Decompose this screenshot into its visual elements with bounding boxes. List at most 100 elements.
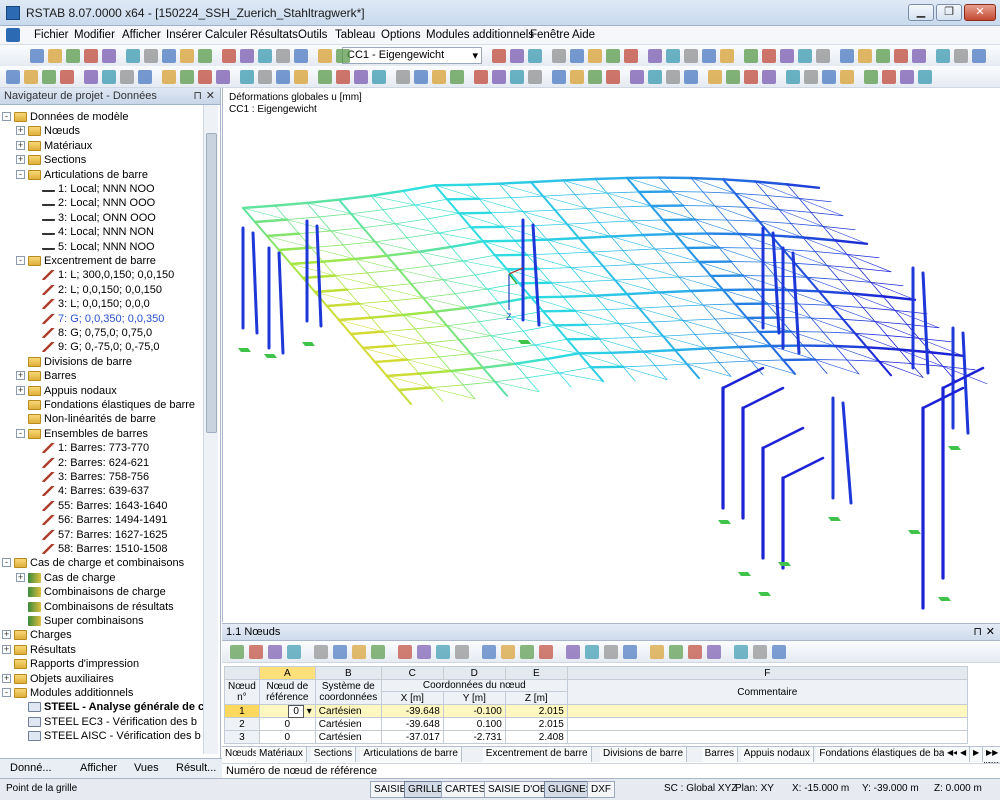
toolbar-button-icon[interactable] — [30, 49, 44, 63]
member-line[interactable] — [694, 334, 708, 349]
toolbar-button-icon[interactable] — [588, 70, 602, 84]
toolbar-button-icon[interactable] — [120, 70, 134, 84]
member-line[interactable] — [606, 191, 640, 194]
member-line[interactable] — [674, 349, 688, 366]
member-line[interactable] — [513, 357, 549, 365]
member-line[interactable] — [642, 234, 656, 250]
member-line[interactable] — [253, 218, 289, 224]
member-line[interactable] — [438, 356, 452, 372]
tree-item[interactable]: Non-linéarités de barre — [28, 412, 156, 426]
member-line[interactable] — [874, 321, 908, 325]
tree-item[interactable]: 2: Local; NNN OOO — [42, 196, 155, 210]
member-line[interactable] — [686, 363, 700, 380]
tree-item[interactable]: + Objets auxiliaires — [2, 672, 114, 686]
toolbar-button-icon[interactable] — [162, 70, 176, 84]
comment-cell[interactable] — [566, 717, 968, 731]
member-line[interactable] — [438, 226, 472, 234]
member-line[interactable] — [762, 261, 796, 264]
member-line[interactable] — [574, 309, 608, 312]
member-line[interactable] — [374, 361, 388, 377]
tree-item[interactable]: + Cas de charge — [16, 571, 116, 585]
row-number[interactable]: 1 — [224, 704, 260, 718]
x-cell[interactable]: -37.017 — [380, 730, 444, 744]
member-line[interactable] — [594, 295, 608, 311]
y-cell[interactable]: -0.100 — [442, 704, 506, 718]
tree-item[interactable]: 5: Local; NNN NOO — [42, 240, 155, 254]
member-line[interactable] — [337, 316, 373, 322]
toolbar-button-icon[interactable] — [84, 70, 98, 84]
member-line[interactable] — [737, 344, 773, 349]
scrollbar-thumb[interactable] — [206, 133, 217, 433]
member-line[interactable] — [397, 386, 433, 392]
member-line[interactable] — [242, 207, 256, 223]
member-line[interactable] — [394, 345, 408, 361]
member-line[interactable] — [641, 232, 677, 237]
member-line[interactable] — [941, 366, 985, 390]
expand-icon[interactable]: + — [2, 673, 11, 683]
member-line[interactable] — [338, 198, 352, 215]
member-line[interactable] — [574, 310, 588, 326]
member-line[interactable] — [929, 351, 965, 357]
tree-item[interactable]: Rapports d'impression — [14, 657, 139, 671]
toolbar-button-icon[interactable] — [180, 49, 194, 63]
toolbar-button-icon[interactable] — [24, 70, 38, 84]
member-line[interactable] — [534, 225, 548, 241]
member-line[interactable] — [814, 251, 848, 255]
member-line[interactable] — [366, 272, 380, 288]
member-line[interactable] — [570, 267, 584, 283]
member-line[interactable] — [358, 303, 372, 319]
member-line[interactable] — [682, 320, 696, 335]
table-toolbar-button-icon[interactable] — [314, 645, 328, 659]
tree-item[interactable]: - Modules additionnels — [2, 686, 133, 700]
toolbar-button-icon[interactable] — [648, 49, 662, 63]
member-line[interactable] — [833, 239, 869, 245]
member-line[interactable] — [406, 359, 420, 375]
member-line[interactable] — [486, 282, 520, 290]
toolbar-button-icon[interactable] — [666, 49, 680, 63]
tree-item[interactable]: + Nœuds — [16, 124, 80, 138]
toolbar-button-icon[interactable] — [708, 70, 722, 84]
member-line[interactable] — [598, 338, 612, 354]
member-line[interactable] — [462, 384, 476, 400]
member-line[interactable] — [785, 183, 821, 189]
member-line[interactable] — [330, 230, 344, 246]
toolbar-button-icon[interactable] — [396, 70, 410, 84]
member-line[interactable] — [718, 362, 732, 377]
member-line[interactable] — [417, 369, 453, 375]
member-line[interactable] — [385, 372, 421, 378]
toolbar-button-icon[interactable] — [198, 49, 212, 63]
member-line[interactable] — [790, 223, 824, 227]
member-line[interactable] — [606, 192, 620, 208]
support-icon[interactable] — [738, 572, 751, 576]
toolbar-button-icon[interactable] — [294, 49, 308, 63]
member-line[interactable] — [266, 235, 312, 248]
toolbar-button-icon[interactable] — [552, 49, 566, 63]
member-line[interactable] — [490, 211, 524, 214]
member-line[interactable] — [242, 207, 288, 220]
table-row[interactable]: 2 0 Cartésien -39.648 0.100 2.015 — [224, 717, 968, 731]
member-line[interactable] — [430, 384, 464, 389]
table-toolbar-button-icon[interactable] — [249, 645, 263, 659]
member-line[interactable] — [634, 262, 668, 265]
member-line[interactable] — [678, 275, 712, 278]
member-line[interactable] — [498, 183, 512, 199]
member-line[interactable] — [630, 220, 644, 236]
table-toolbar-button-icon[interactable] — [688, 645, 702, 659]
expand-icon[interactable]: + — [16, 371, 25, 381]
tree-item[interactable]: 1: L; 300,0,150; 0,0,150 — [42, 268, 174, 282]
member-line[interactable] — [590, 251, 604, 268]
member-line[interactable] — [689, 288, 725, 293]
member-line[interactable] — [606, 309, 620, 325]
member-line[interactable] — [726, 332, 740, 348]
member-line[interactable] — [481, 362, 517, 369]
comment-cell[interactable] — [566, 730, 968, 744]
collapse-icon[interactable]: - — [16, 428, 25, 438]
member-line[interactable] — [702, 304, 716, 320]
member-line[interactable] — [718, 360, 752, 363]
member-line[interactable] — [657, 289, 693, 294]
z-cell[interactable]: 2.015 — [504, 704, 568, 718]
member-line[interactable] — [622, 365, 656, 368]
member-line[interactable] — [833, 344, 869, 349]
table-toolbar-button-icon[interactable] — [268, 645, 282, 659]
tree-item[interactable]: 4: Barres: 639-637 — [42, 484, 149, 498]
